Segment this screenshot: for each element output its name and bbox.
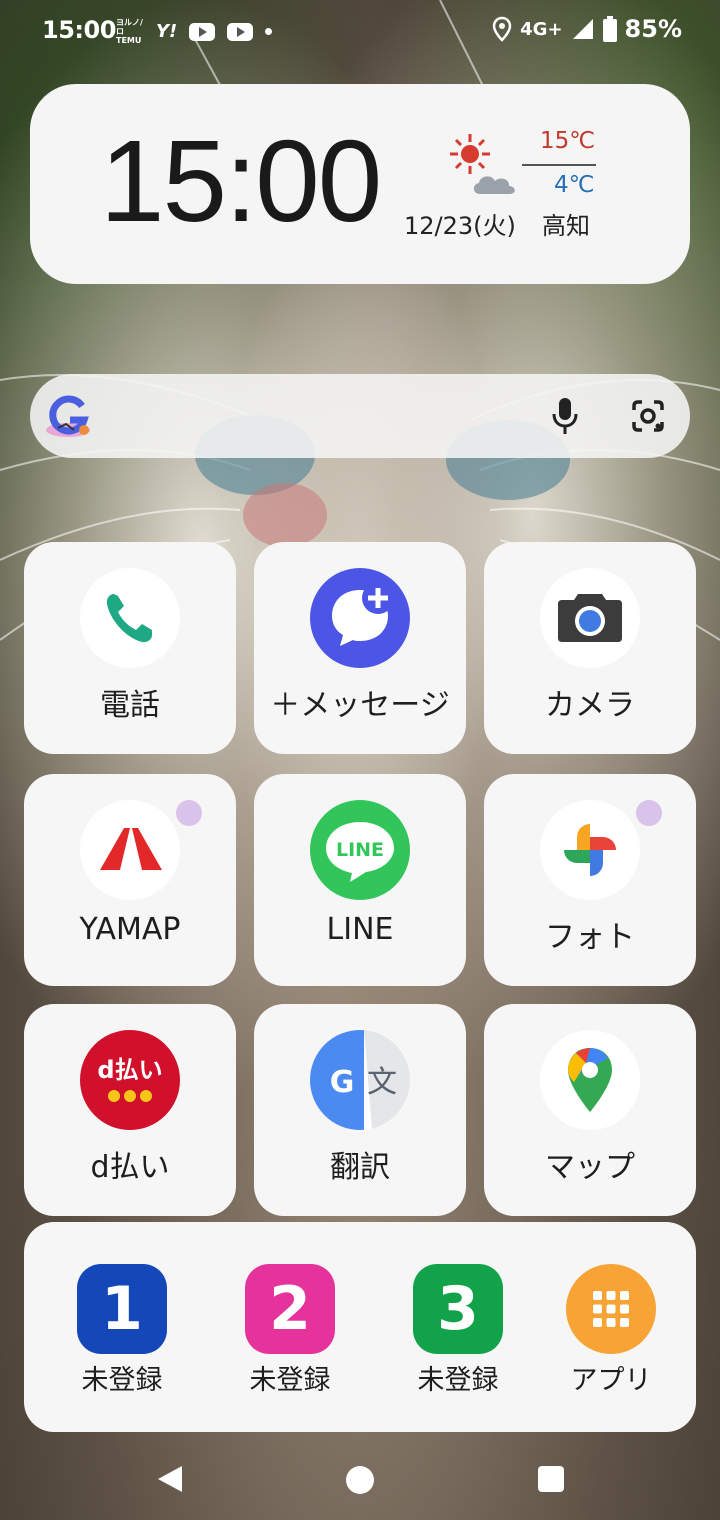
sun-and-cloud-icon <box>450 134 515 194</box>
back-button[interactable] <box>156 1464 184 1494</box>
app-camera[interactable]: カメラ <box>484 542 696 754</box>
temperature-high: 15℃ <box>540 128 596 154</box>
notification-badge <box>176 800 202 826</box>
city-name: 高知 <box>542 212 590 240</box>
phone-icon <box>80 568 180 668</box>
more-notifications-dot-icon <box>265 28 273 35</box>
google-search-bar[interactable] <box>30 374 690 458</box>
network-type: 4G+ <box>520 18 563 40</box>
app-maps[interactable]: マップ <box>484 1004 696 1216</box>
battery-icon <box>602 16 617 42</box>
all-apps-button[interactable]: アプリ <box>551 1264 671 1397</box>
translate-icon-bun: 文 <box>367 1065 397 1100</box>
quick-dial-1[interactable]: 1 未登録 <box>62 1264 182 1397</box>
photos-icon <box>540 800 640 900</box>
translate-icon-g: G <box>330 1065 355 1100</box>
quick-dial-label: 未登録 <box>81 1365 163 1396</box>
quick-dial-label: 未登録 <box>249 1365 331 1396</box>
app-label: d払い <box>90 1150 170 1185</box>
app-label: マップ <box>545 1150 635 1185</box>
maps-icon <box>540 1030 640 1130</box>
status-bar: 15:00 ヨルノ/ロ TEMU Y! 4G+ 85% <box>0 0 720 60</box>
mic-icon[interactable] <box>550 396 580 436</box>
app-label: 翻訳 <box>330 1150 390 1185</box>
line-icon: LINE <box>310 800 410 900</box>
app-phone[interactable]: 電話 <box>24 542 236 754</box>
quick-dial-3[interactable]: 3 未登録 <box>398 1264 518 1397</box>
google-g-icon[interactable] <box>44 392 96 440</box>
d-barai-icon: d払い <box>80 1030 180 1130</box>
app-label: ＋メッセージ <box>270 688 450 723</box>
quick-dial-dock: 1 未登録 2 未登録 3 未登録 アプリ <box>24 1222 696 1432</box>
home-button[interactable] <box>346 1466 374 1494</box>
app-label: LINE <box>326 912 394 947</box>
quick-dial-2[interactable]: 2 未登録 <box>230 1264 350 1397</box>
location-icon <box>492 16 512 42</box>
plus-message-icon <box>310 568 410 668</box>
app-yamap[interactable]: YAMAP <box>24 774 236 986</box>
temu-notification-icon: ヨルノ/ロ TEMU <box>116 18 143 45</box>
app-photos[interactable]: フォト <box>484 774 696 986</box>
all-apps-label: アプリ <box>570 1365 652 1396</box>
clock-weather-widget[interactable]: 15:00 15℃ 4℃ 12/23(火) 高知 <box>30 84 690 284</box>
app-grid-icon <box>566 1264 656 1354</box>
app-d-barai[interactable]: d払い d払い <box>24 1004 236 1216</box>
line-icon-text: LINE <box>336 839 384 861</box>
signal-icon <box>572 19 593 39</box>
recents-button[interactable] <box>538 1466 564 1492</box>
app-line[interactable]: LINE LINE <box>254 774 466 986</box>
quick-dial-number: 3 <box>413 1264 503 1354</box>
camera-icon <box>540 568 640 668</box>
youtube-notification-icon <box>189 22 216 41</box>
notification-badge <box>636 800 662 826</box>
app-label: カメラ <box>545 688 635 723</box>
quick-dial-number: 1 <box>77 1264 167 1354</box>
lens-icon[interactable] <box>630 398 666 434</box>
yahoo-notification-icon: Y! <box>156 21 178 42</box>
app-label: 電話 <box>100 688 160 723</box>
youtube-notification-icon <box>227 22 254 41</box>
date-text: 12/23(火) <box>404 212 516 240</box>
temperature-low: 4℃ <box>554 172 595 198</box>
yamap-icon <box>80 800 180 900</box>
app-plus-message[interactable]: ＋メッセージ <box>254 542 466 754</box>
quick-dial-label: 未登録 <box>417 1365 499 1396</box>
app-label: フォト <box>545 920 635 955</box>
temperature-divider <box>522 164 596 166</box>
battery-percent: 85% <box>624 15 682 43</box>
d-barai-icon-text: d払い <box>97 1056 162 1084</box>
status-time: 15:00 <box>42 16 116 44</box>
translate-icon: G 文 <box>310 1030 410 1130</box>
app-label: YAMAP <box>79 912 181 947</box>
clock-time: 15:00 <box>100 116 382 246</box>
app-translate[interactable]: G 文 翻訳 <box>254 1004 466 1216</box>
quick-dial-number: 2 <box>245 1264 335 1354</box>
